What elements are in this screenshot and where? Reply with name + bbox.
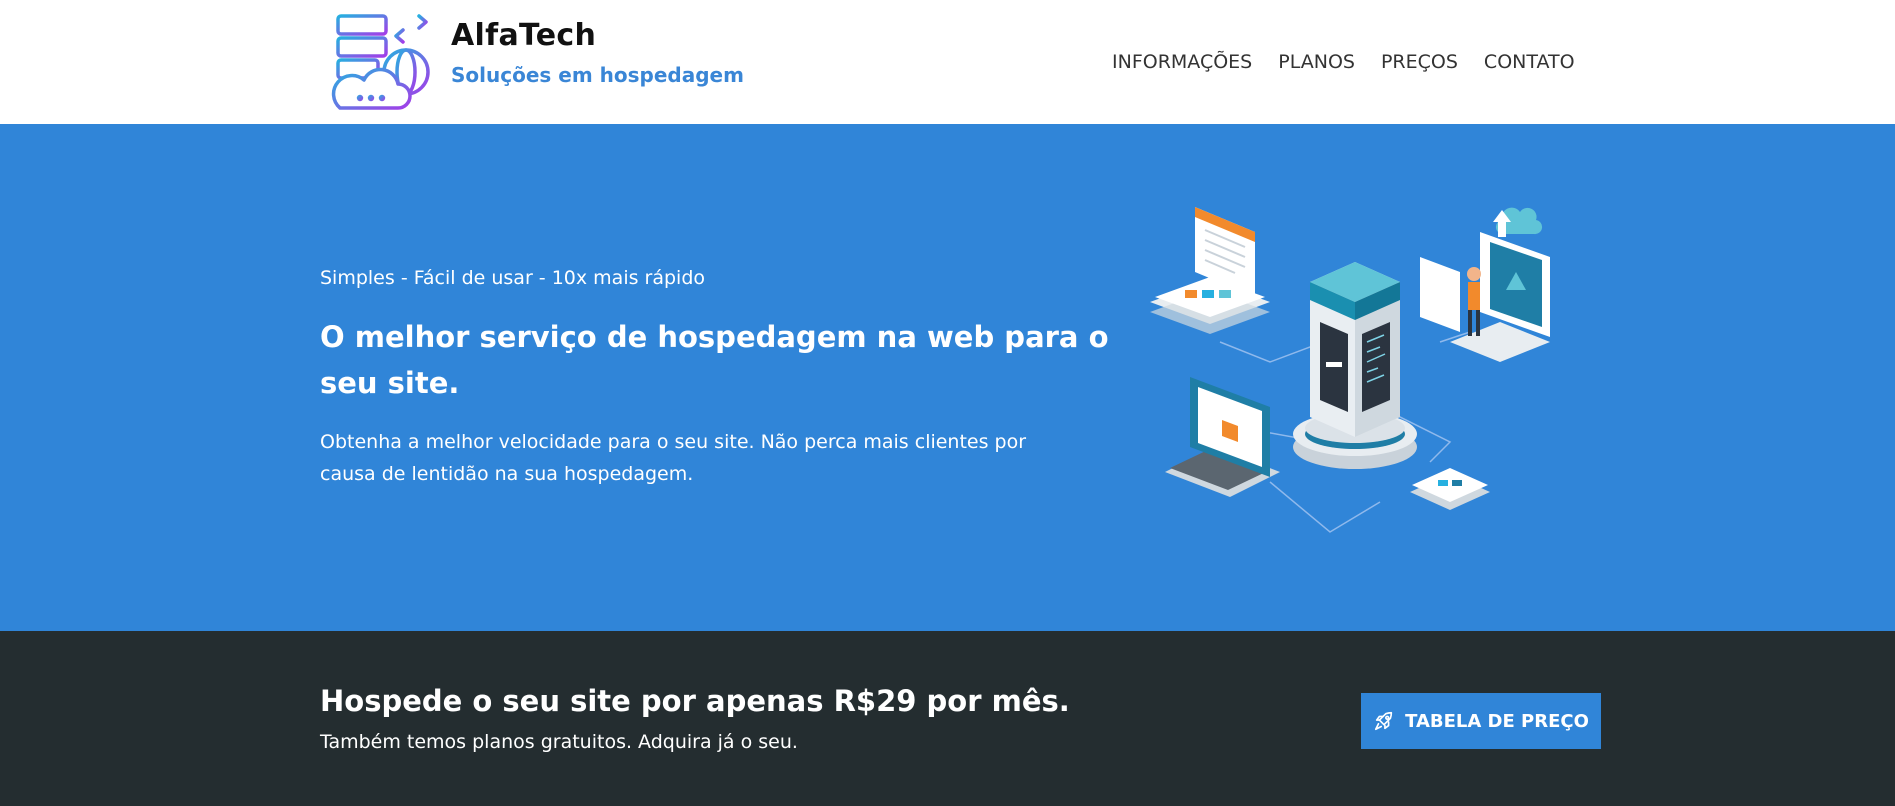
- nav-item-informacoes[interactable]: INFORMAÇÕES: [1112, 51, 1252, 73]
- site-header: AlfaTech Soluções em hospedagem INFORMAÇ…: [0, 0, 1895, 124]
- main-nav: INFORMAÇÕES PLANOS PREÇOS CONTATO: [1112, 51, 1575, 73]
- hero-section: Simples - Fácil de usar - 10x mais rápid…: [0, 124, 1895, 631]
- nav-item-planos[interactable]: PLANOS: [1278, 51, 1355, 73]
- cta-title: Hospede o seu site por apenas R$29 por m…: [320, 684, 1070, 718]
- server-cloud-globe-icon[interactable]: [330, 12, 434, 114]
- brand-name[interactable]: AlfaTech: [451, 18, 596, 53]
- hero-kicker: Simples - Fácil de usar - 10x mais rápid…: [320, 267, 706, 289]
- nav-item-precos[interactable]: PREÇOS: [1381, 51, 1458, 73]
- pricing-table-button[interactable]: TABELA DE PREÇO: [1361, 693, 1601, 749]
- pricing-table-button-label: TABELA DE PREÇO: [1405, 710, 1589, 732]
- brand-tagline: Soluções em hospedagem: [451, 63, 744, 87]
- hero-title: O melhor serviço de hospedagem na web pa…: [320, 320, 1109, 400]
- cta-subtitle: Também temos planos gratuitos. Adquira j…: [320, 731, 798, 753]
- pricing-cta-section: Hospede o seu site por apenas R$29 por m…: [0, 631, 1895, 806]
- rocket-icon: [1374, 711, 1393, 731]
- nav-item-contato[interactable]: CONTATO: [1484, 51, 1575, 73]
- hero-text: Obtenha a melhor velocidade para o seu s…: [320, 431, 1027, 485]
- isometric-hosting-illustration: [1150, 207, 1550, 533]
